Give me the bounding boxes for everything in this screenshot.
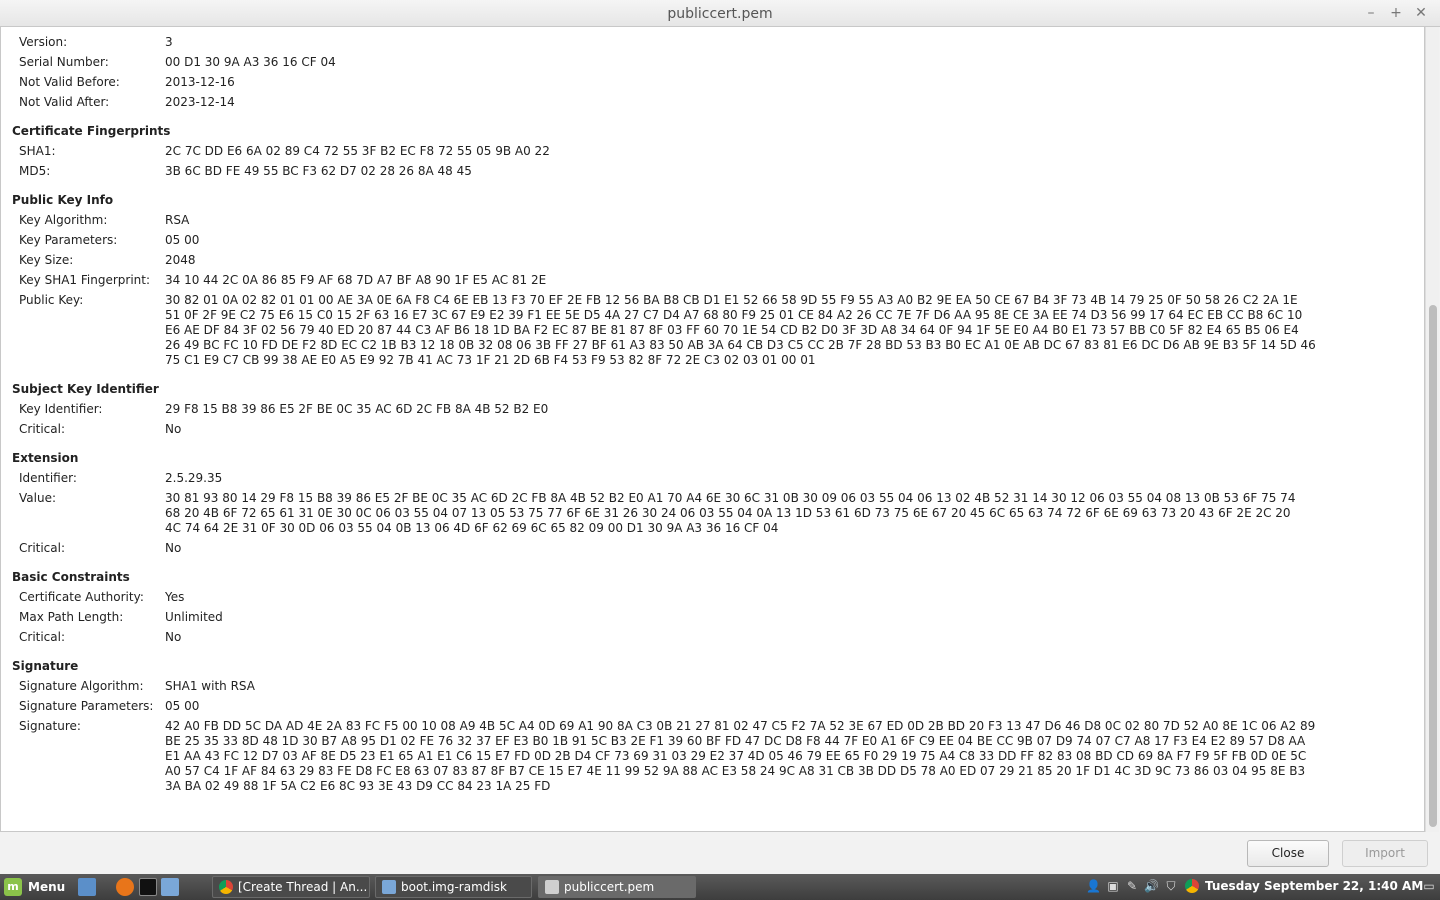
max-path-label: Max Path Length: (19, 610, 124, 624)
import-button[interactable]: Import (1342, 840, 1428, 867)
taskbar: m Menu [Create Thread | An... boot.img-r… (0, 874, 1440, 900)
basic-constraints-header: Basic Constraints (12, 570, 130, 584)
ext-critical-value: No (165, 541, 182, 555)
close-icon[interactable]: ✕ (1412, 4, 1430, 22)
shield-icon[interactable]: ⛉ (1164, 879, 1178, 893)
ski-header: Subject Key Identifier (12, 382, 159, 396)
version-value: 3 (165, 35, 173, 49)
task-boot-img-ramdisk[interactable]: boot.img-ramdisk (375, 876, 532, 898)
ca-value: Yes (165, 590, 185, 604)
network-icon[interactable]: ✎ (1125, 879, 1139, 893)
ext-critical-label: Critical: (19, 541, 66, 555)
not-before-label: Not Valid Before: (19, 75, 120, 89)
fingerprints-header: Certificate Fingerprints (12, 124, 171, 138)
menu-label: Menu (28, 880, 66, 894)
ext-id-label: Identifier: (19, 471, 77, 485)
title-bar[interactable]: publiccert.pem – + ✕ (0, 0, 1440, 27)
clock[interactable]: Tuesday September 22, 1:40 AM (1205, 879, 1423, 893)
mint-logo-icon: m (4, 878, 22, 896)
certificate-details-pane: Version: 3 Serial Number: 00 D1 30 9A A3… (0, 27, 1425, 832)
sig-params-value: 05 00 (165, 699, 200, 713)
task-chrome[interactable]: [Create Thread | An... (212, 876, 370, 898)
user-icon[interactable]: 👤 (1086, 879, 1101, 893)
key-size-label: Key Size: (19, 253, 74, 267)
serial-value: 00 D1 30 9A A3 36 16 CF 04 (165, 55, 336, 69)
key-alg-value: RSA (165, 213, 190, 227)
sig-alg-label: Signature Algorithm: (19, 679, 144, 693)
signature-label: Signature: (19, 719, 81, 733)
max-path-value: Unlimited (165, 610, 223, 624)
start-menu-button[interactable]: m Menu (4, 877, 65, 897)
sha1-value: 2C 7C DD E6 6A 02 89 C4 72 55 3F B2 EC F… (165, 144, 550, 158)
extension-header: Extension (12, 451, 79, 465)
sig-params-label: Signature Parameters: (19, 699, 154, 713)
key-params-label: Key Parameters: (19, 233, 118, 247)
workspace-icon[interactable]: ▭ (1422, 879, 1436, 893)
task-label: [Create Thread | An... (238, 880, 368, 894)
task-publiccert[interactable]: publiccert.pem (538, 876, 696, 898)
bc-critical-label: Critical: (19, 630, 66, 644)
ski-critical-label: Critical: (19, 422, 66, 436)
not-after-label: Not Valid After: (19, 95, 110, 109)
certificate-viewer-window: publiccert.pem – + ✕ Version: 3 Serial N… (0, 0, 1440, 874)
window-title: publiccert.pem (667, 6, 773, 22)
maximize-icon[interactable]: + (1387, 4, 1405, 22)
folder-icon (382, 880, 396, 894)
key-params-value: 05 00 (165, 233, 200, 247)
md5-label: MD5: (19, 164, 51, 178)
ext-id-value: 2.5.29.35 (165, 471, 223, 485)
certificate-icon (545, 880, 559, 894)
public-key-value: 30 82 01 0A 02 82 01 01 00 AE 3A 0E 6A F… (165, 293, 1316, 367)
pubkey-header: Public Key Info (12, 193, 114, 207)
sha1-label: SHA1: (19, 144, 56, 158)
minimize-icon[interactable]: – (1362, 4, 1380, 22)
bc-critical-value: No (165, 630, 182, 644)
key-id-label: Key Identifier: (19, 402, 103, 416)
firefox-icon[interactable] (116, 878, 134, 896)
vertical-scrollbar[interactable] (1425, 27, 1439, 832)
chrome-icon (219, 880, 233, 894)
md5-value: 3B 6C BD FE 49 55 BC F3 62 D7 02 28 26 8… (165, 164, 472, 178)
serial-label: Serial Number: (19, 55, 109, 69)
volume-icon[interactable]: 🔊 (1144, 879, 1159, 893)
close-button[interactable]: Close (1247, 840, 1329, 867)
update-manager-icon[interactable]: ▣ (1106, 879, 1120, 893)
not-after-value: 2023-12-14 (165, 95, 235, 109)
files-icon[interactable] (161, 878, 179, 896)
dialog-button-bar: Close Import (0, 832, 1440, 874)
key-alg-label: Key Algorithm: (19, 213, 108, 227)
ext-value-value: 30 81 93 80 14 29 F8 15 B8 39 86 E5 2F B… (165, 491, 1296, 535)
key-sha1-label: Key SHA1 Fingerprint: (19, 273, 151, 287)
signature-value: 42 A0 FB DD 5C DA AD 4E 2A 83 FC F5 00 1… (165, 719, 1316, 793)
task-label: boot.img-ramdisk (401, 880, 507, 894)
public-key-label: Public Key: (19, 293, 84, 307)
chrome-tray-icon[interactable] (1185, 879, 1199, 893)
task-label: publiccert.pem (564, 880, 655, 894)
key-size-value: 2048 (165, 253, 196, 267)
ext-value-label: Value: (19, 491, 56, 505)
key-sha1-value: 34 10 44 2C 0A 86 85 F9 AF 68 7D A7 BF A… (165, 273, 547, 287)
key-id-value: 29 F8 15 B8 39 86 E5 2F BE 0C 35 AC 6D 2… (165, 402, 549, 416)
ca-label: Certificate Authority: (19, 590, 144, 604)
ski-critical-value: No (165, 422, 182, 436)
not-before-value: 2013-12-16 (165, 75, 235, 89)
scrollbar-thumb[interactable] (1429, 305, 1437, 827)
signature-header: Signature (12, 659, 79, 673)
terminal-icon[interactable] (139, 878, 157, 896)
sig-alg-value: SHA1 with RSA (165, 679, 255, 693)
show-desktop-icon[interactable] (78, 878, 96, 896)
version-label: Version: (19, 35, 68, 49)
